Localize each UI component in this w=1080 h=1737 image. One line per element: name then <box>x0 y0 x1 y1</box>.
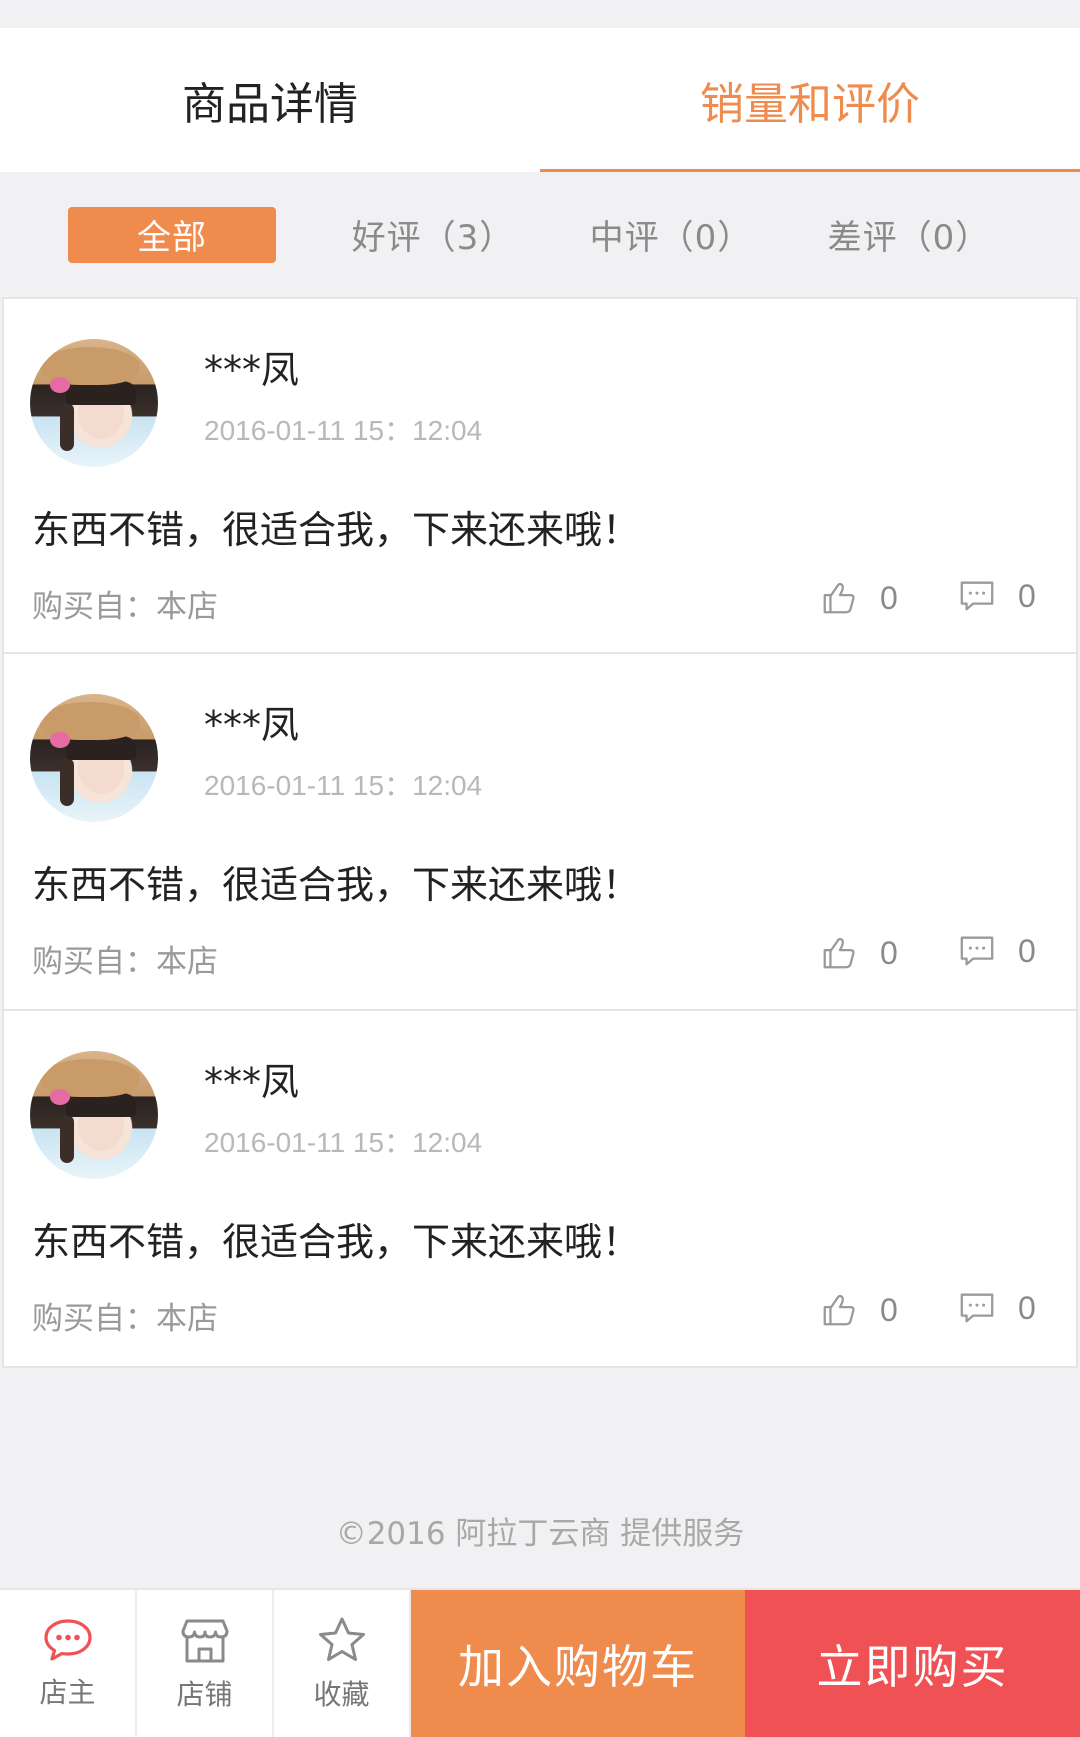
avatar-flower <box>50 377 70 393</box>
avatar <box>30 339 158 467</box>
comment-button[interactable]: 0 <box>958 577 1036 615</box>
star-icon <box>318 1617 365 1661</box>
review-list: ***凤 2016-01-11 15：12:04 东西不错，很适合我，下来还来哦… <box>2 297 1078 1368</box>
comment-icon <box>960 581 994 611</box>
avatar-flower <box>50 1089 70 1105</box>
buy-now-button[interactable]: 立即购买 <box>745 1590 1080 1737</box>
add-to-cart-button[interactable]: 加入购物车 <box>411 1590 745 1737</box>
review-content: 东西不错，很适合我，下来还来哦！ <box>32 863 641 907</box>
copyright-text: ©2016 阿拉丁云商 提供服务 <box>335 1516 745 1552</box>
review-item: ***凤 2016-01-11 15：12:04 东西不错，很适合我，下来还来哦… <box>2 297 1078 654</box>
comment-icon <box>960 1293 994 1323</box>
review-source: 购买自：本店 <box>32 1301 218 1337</box>
review-time: 2016-01-11 15：12:04 <box>204 1127 483 1158</box>
comment-icon <box>960 936 994 966</box>
store-button[interactable]: 店铺 <box>137 1590 274 1737</box>
review-item: ***凤 2016-01-11 15：12:04 东西不错，很适合我，下来还来哦… <box>2 654 1078 1011</box>
tab-product-details[interactable]: 商品详情 <box>0 28 540 172</box>
like-button[interactable]: 0 <box>820 934 898 972</box>
review-source: 购买自：本店 <box>32 589 218 625</box>
like-count: 0 <box>880 579 898 616</box>
store-icon <box>181 1619 228 1662</box>
comment-count: 0 <box>1018 1289 1036 1326</box>
bottom-action-bar: 店主 店铺 收藏 加入购物车 立即购买 <box>0 1588 1080 1737</box>
avatar-flower <box>50 732 70 748</box>
review-content: 东西不错，很适合我，下来还来哦！ <box>32 1220 641 1264</box>
like-count: 0 <box>880 934 898 971</box>
comment-count: 0 <box>1018 932 1036 969</box>
review-filters: 全部 好评（3） 中评（0） 差评（0） <box>0 172 1080 297</box>
comment-button[interactable]: 0 <box>958 1289 1036 1327</box>
filter-all[interactable]: 全部 <box>68 206 276 263</box>
review-content: 东西不错，很适合我，下来还来哦！ <box>32 508 641 552</box>
like-button[interactable]: 0 <box>820 579 898 617</box>
nav-label-store: 店铺 <box>176 1677 233 1711</box>
like-button[interactable]: 0 <box>820 1291 898 1329</box>
reviewer-name: ***凤 <box>204 348 300 392</box>
review-item: ***凤 2016-01-11 15：12:04 东西不错，很适合我，下来还来哦… <box>2 1011 1078 1368</box>
filter-good[interactable]: 好评（3） <box>314 207 552 263</box>
shop-owner-chat-button[interactable]: 店主 <box>0 1590 137 1737</box>
thumbs-up-icon <box>823 1294 855 1326</box>
comment-count: 0 <box>1018 577 1036 614</box>
top-tabs: 商品详情 销量和评价 <box>0 28 1080 172</box>
avatar <box>30 694 158 822</box>
avatar <box>30 1051 158 1179</box>
comment-button[interactable]: 0 <box>958 932 1036 970</box>
filter-neutral[interactable]: 中评（0） <box>552 207 790 263</box>
tab-sales-reviews[interactable]: 销量和评价 <box>540 28 1080 172</box>
nav-label-favorite: 收藏 <box>313 1677 370 1711</box>
review-source: 购买自：本店 <box>32 944 218 980</box>
filter-bad[interactable]: 差评（0） <box>790 207 1028 263</box>
like-count: 0 <box>880 1291 898 1328</box>
review-time: 2016-01-11 15：12:04 <box>204 770 483 801</box>
nav-label-owner: 店主 <box>39 1675 96 1709</box>
reviewer-name: ***凤 <box>204 1060 300 1104</box>
app-root: 商品详情 销量和评价 全部 好评（3） 中评（0） 差评（0） ***凤 201… <box>0 0 1080 1737</box>
chat-bubble-icon <box>43 1618 92 1661</box>
review-time: 2016-01-11 15：12:04 <box>204 415 483 446</box>
favorite-button[interactable]: 收藏 <box>274 1590 411 1737</box>
avatar-braid <box>60 1115 74 1163</box>
reviewer-name: ***凤 <box>204 703 300 747</box>
thumbs-up-icon <box>823 582 855 614</box>
thumbs-up-icon <box>823 937 855 969</box>
avatar-braid <box>60 403 74 451</box>
avatar-braid <box>60 758 74 806</box>
